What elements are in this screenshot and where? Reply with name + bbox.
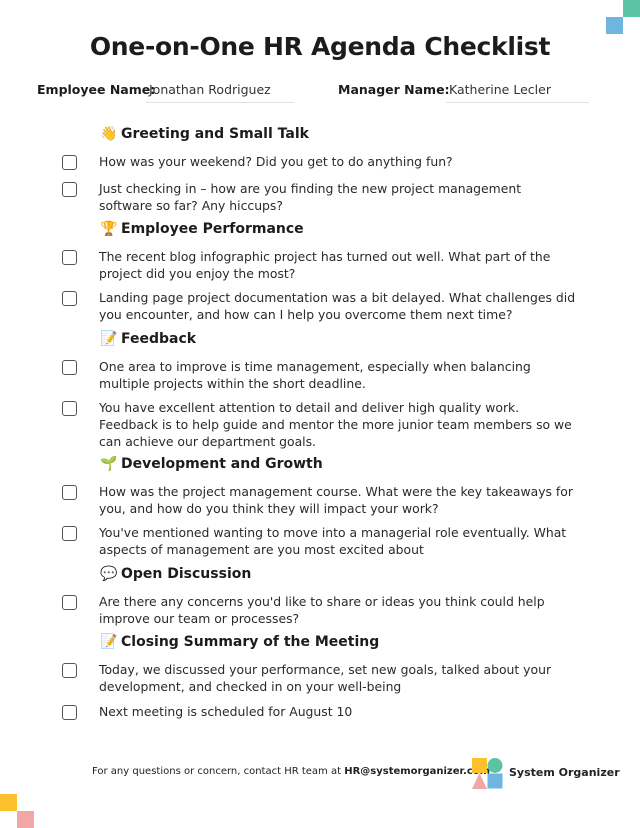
hr-email-link[interactable]: HR@systemorganizer.com — [344, 766, 490, 777]
checkbox[interactable] — [62, 663, 77, 678]
checkbox[interactable] — [62, 485, 77, 500]
system-organizer-logo-icon — [472, 758, 503, 789]
employee-name-field[interactable]: Jonathan Rodriguez — [146, 78, 294, 103]
logo-teal-circle — [487, 758, 503, 773]
checklist-item-text: How was your weekend? Did you get to do … — [99, 154, 453, 169]
checklist-item-text: You have excellent attention to detail a… — [99, 400, 572, 449]
checklist-item: The recent blog infographic project has … — [62, 248, 582, 282]
section-title: Development and Growth — [121, 456, 323, 472]
checklist-item-text: Today, we discussed your performance, se… — [99, 662, 552, 694]
page-title: One-on-One HR Agenda Checklist — [89, 32, 551, 61]
footer-contact: For any questions or concern, contact HR… — [92, 766, 490, 777]
trophy-icon: 🏆 — [100, 221, 118, 237]
section-title: Feedback — [121, 331, 197, 347]
checklist-item-text: One area to improve is time management, … — [99, 359, 531, 391]
footer-contact-text: For any questions or concern, contact HR… — [92, 766, 345, 777]
decorative-pink-square — [17, 811, 34, 828]
checkbox[interactable] — [62, 526, 77, 541]
section-title: Employee Performance — [121, 221, 304, 237]
checkbox[interactable] — [62, 705, 77, 720]
checklist-item-text: Are there any concerns you'd like to sha… — [99, 594, 545, 626]
memo-pencil-icon: 📝 — [100, 634, 118, 650]
brand-name: System Organizer — [509, 766, 620, 779]
checkbox[interactable] — [62, 291, 77, 306]
checkbox[interactable] — [62, 250, 77, 265]
section-heading: 💬 Open Discussion — [100, 566, 251, 582]
checklist-item-text: How was the project management course. W… — [99, 484, 573, 516]
section-heading: 👋 Greeting and Small Talk — [100, 126, 309, 142]
waving-hand-icon: 👋 — [100, 126, 118, 142]
checklist-item: You have excellent attention to detail a… — [62, 399, 582, 450]
checklist-item: Next meeting is scheduled for August 10 — [62, 703, 582, 720]
checklist-item-text: The recent blog infographic project has … — [99, 249, 551, 281]
section-heading: 🌱 Development and Growth — [100, 456, 323, 472]
logo-yellow-square — [472, 758, 487, 773]
checkbox[interactable] — [62, 155, 77, 170]
decorative-yellow-square — [0, 794, 17, 811]
checkbox[interactable] — [62, 360, 77, 375]
checkbox[interactable] — [62, 182, 77, 197]
checklist-item-text: Next meeting is scheduled for August 10 — [99, 704, 353, 719]
checklist-item: One area to improve is time management, … — [62, 358, 582, 392]
checklist-item: You've mentioned wanting to move into a … — [62, 524, 582, 558]
checklist-item: Just checking in – how are you finding t… — [62, 180, 582, 214]
memo-pencil-icon: 📝 — [100, 331, 118, 347]
seedling-icon: 🌱 — [100, 456, 118, 472]
section-heading: 📝 Closing Summary of the Meeting — [100, 634, 379, 650]
checklist-item: How was your weekend? Did you get to do … — [62, 153, 582, 170]
checklist-item: How was the project management course. W… — [62, 483, 582, 517]
section-title: Closing Summary of the Meeting — [121, 634, 380, 650]
logo-blue-square — [487, 773, 503, 789]
checklist-item: Are there any concerns you'd like to sha… — [62, 593, 582, 627]
checklist-item-text: You've mentioned wanting to move into a … — [99, 525, 567, 557]
manager-name-label: Manager Name: — [338, 82, 450, 97]
checklist-item: Today, we discussed your performance, se… — [62, 661, 582, 695]
speech-bubble-icon: 💬 — [100, 566, 118, 582]
section-title: Greeting and Small Talk — [121, 126, 309, 142]
decorative-teal-square — [623, 0, 640, 17]
employee-name-label: Employee Name: — [37, 82, 156, 97]
manager-name-field[interactable]: Katherine Lecler — [446, 78, 589, 103]
section-title: Open Discussion — [121, 566, 252, 582]
checkbox[interactable] — [62, 401, 77, 416]
checklist-item-text: Landing page project documentation was a… — [99, 290, 576, 322]
checklist-item: Landing page project documentation was a… — [62, 289, 582, 323]
checkbox[interactable] — [62, 595, 77, 610]
logo-pink-triangle — [472, 773, 487, 789]
section-heading: 📝 Feedback — [100, 331, 196, 347]
section-heading: 🏆 Employee Performance — [100, 221, 304, 237]
checklist-item-text: Just checking in – how are you finding t… — [99, 181, 522, 213]
